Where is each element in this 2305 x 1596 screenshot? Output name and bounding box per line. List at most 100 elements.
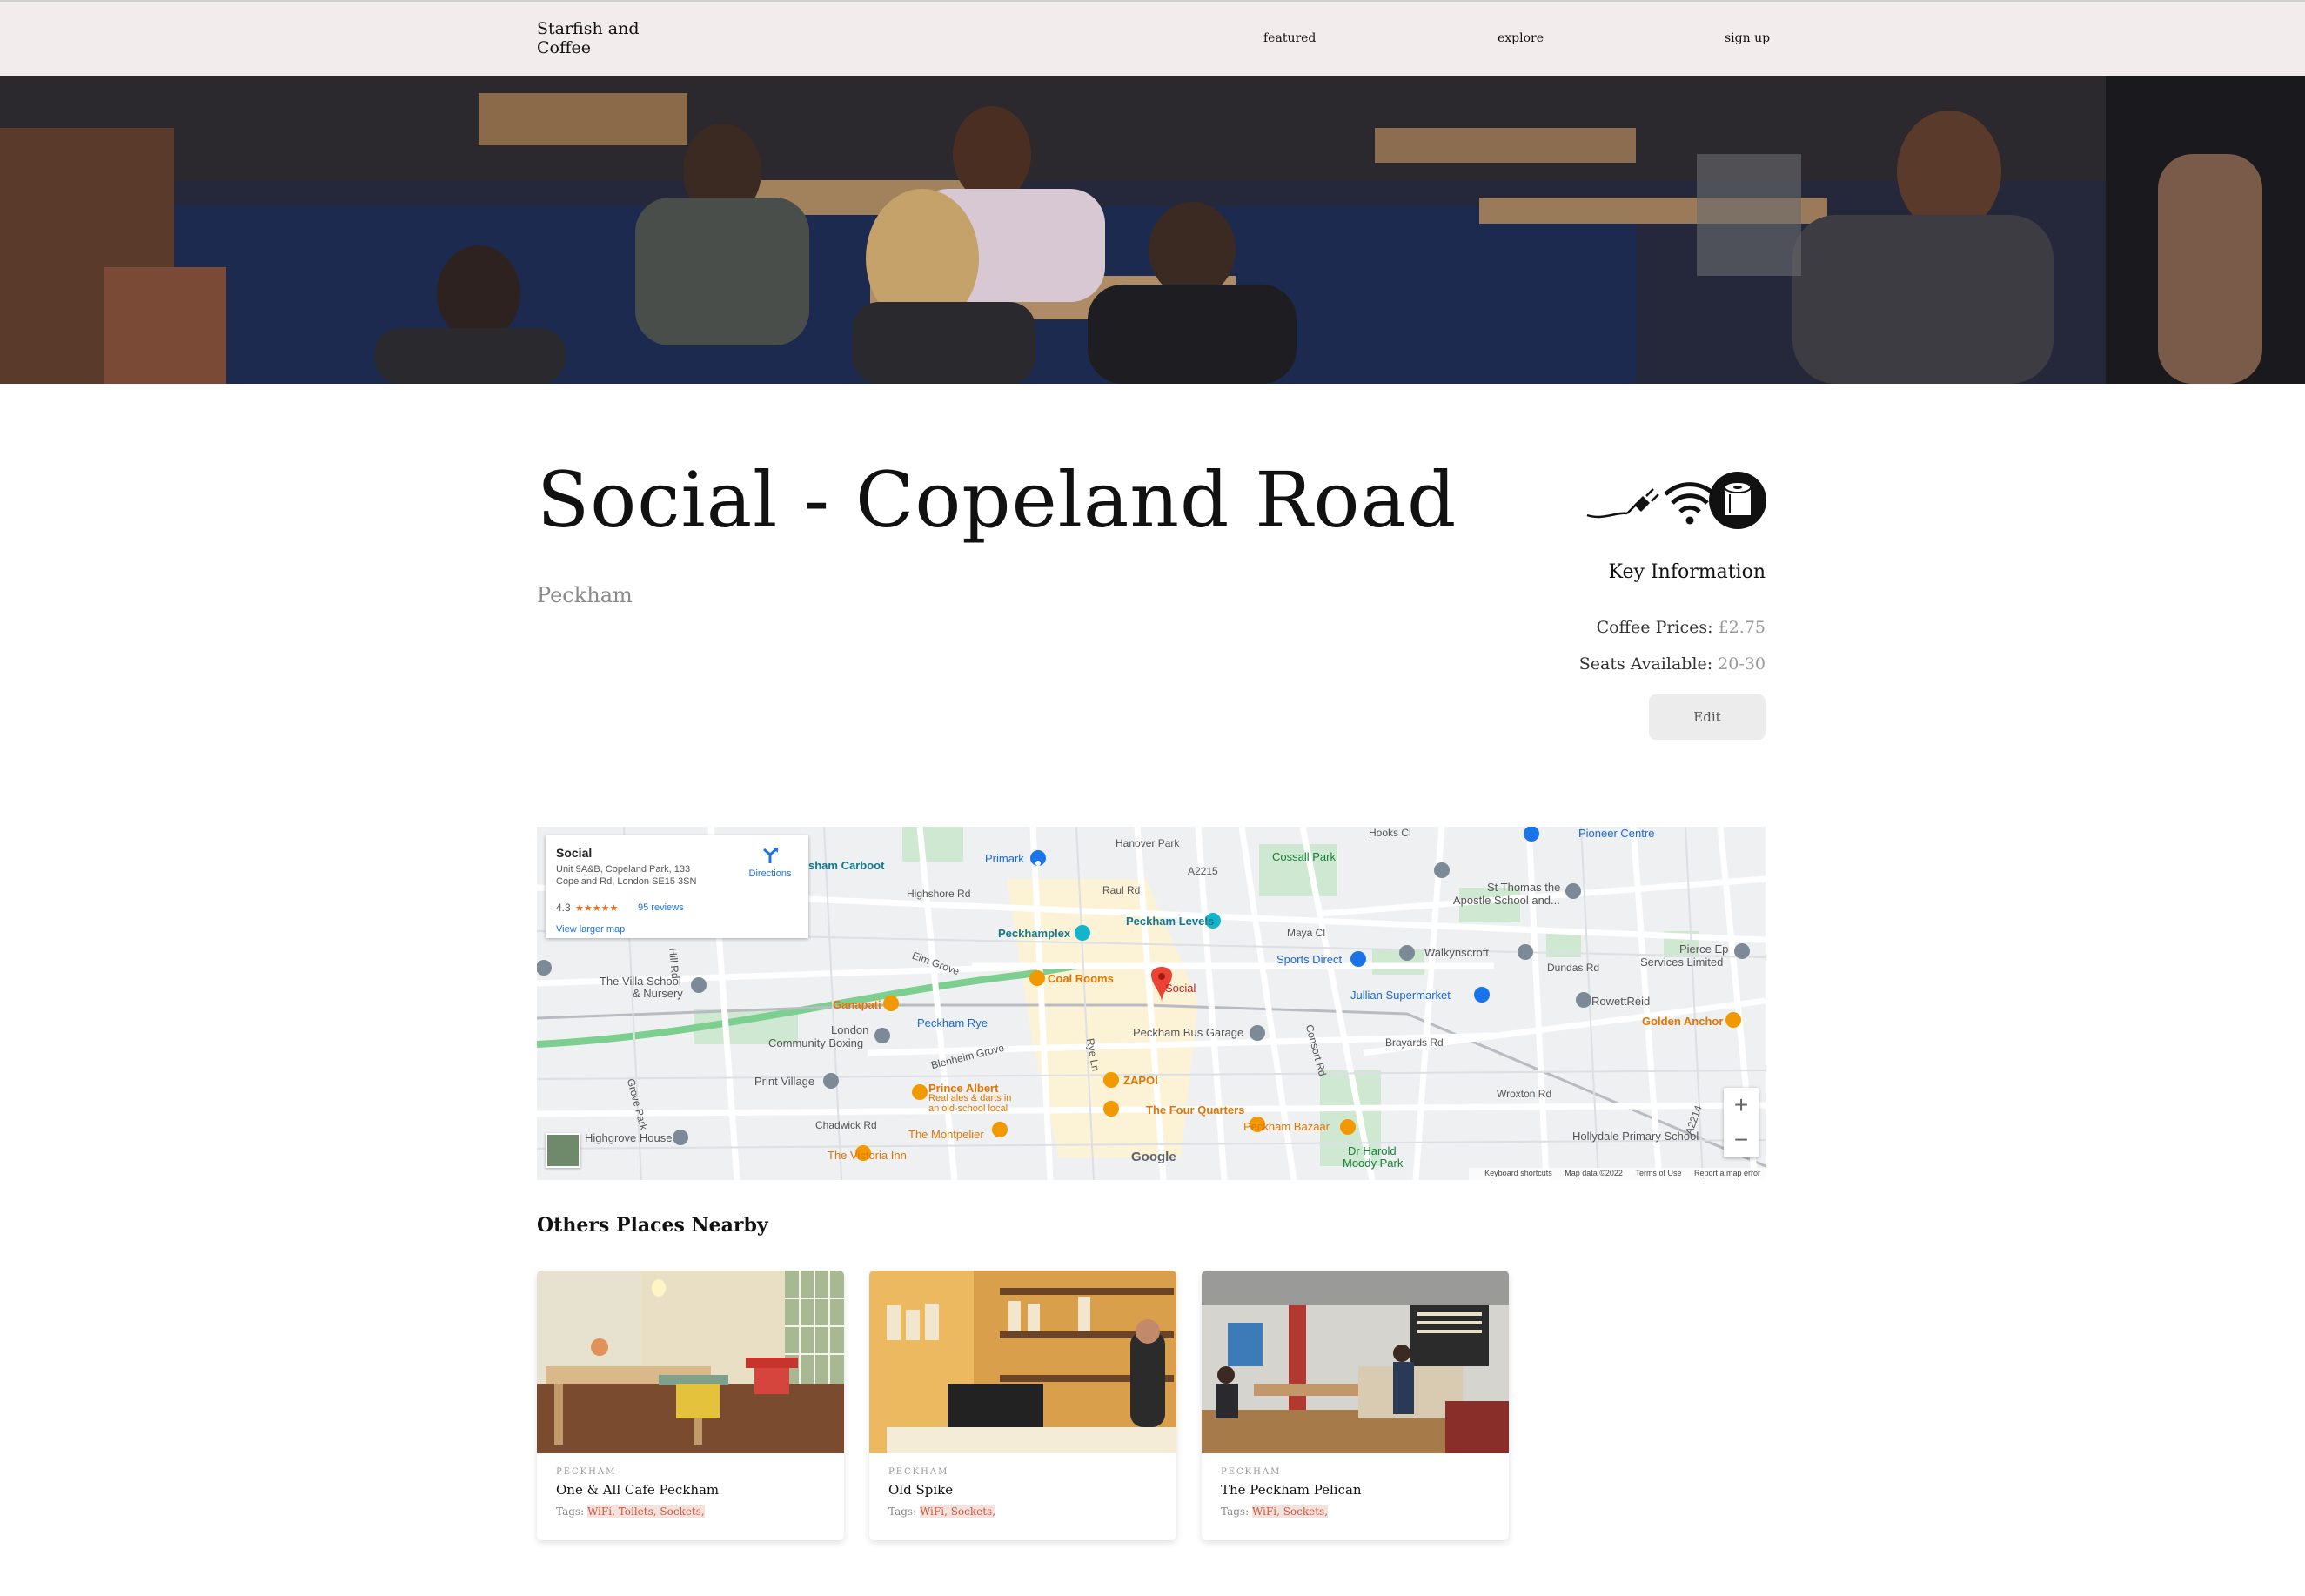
map-info-card: Social Unit 9A&B, Copeland Park, 133 Cop… xyxy=(546,835,808,938)
map-label-sports-direct[interactable]: Sports Direct xyxy=(1276,953,1342,966)
map-label-a2215: A2215 xyxy=(1188,865,1218,877)
card-area: PECKHAM xyxy=(888,1467,949,1477)
toilet-roll-icon xyxy=(1709,472,1766,529)
top-navbar: Starfish and Coffee featured explore sig… xyxy=(0,0,2305,76)
map-label-print-village[interactable]: Print Village xyxy=(754,1075,814,1088)
nav-link-explore[interactable]: explore xyxy=(1498,31,1544,45)
map-label-golden-anchor[interactable]: Golden Anchor xyxy=(1642,1015,1723,1028)
map-label-prince-albert-2: Real ales & darts in xyxy=(928,1093,1012,1103)
map-label-highgrove[interactable]: Highgrove House xyxy=(585,1131,672,1144)
card-tags-values: WiFi, Sockets, xyxy=(919,1505,996,1518)
map-footer: Keyboard shortcuts Map data ©2022 Terms … xyxy=(1469,1168,1766,1180)
seats-available-label: Seats Available: xyxy=(1578,654,1713,674)
zoom-out-button[interactable]: − xyxy=(1724,1123,1759,1157)
key-information-heading: Key Information xyxy=(1608,561,1766,583)
cafe-photo xyxy=(869,1271,1176,1453)
map-label-zapoi[interactable]: ZAPOI xyxy=(1123,1074,1158,1087)
map-label-brayards: Brayards Rd xyxy=(1385,1036,1444,1049)
power-socket-icon xyxy=(1586,488,1659,519)
map-label-coal-rooms[interactable]: Coal Rooms xyxy=(1048,972,1114,985)
map-card-rating: 4.3 ★★★★★ xyxy=(556,902,618,914)
card-tags-values: WiFi, Toilets, Sockets, xyxy=(586,1505,705,1518)
nav-link-featured[interactable]: featured xyxy=(1263,31,1316,45)
seats-available-value: 20-30 xyxy=(1718,654,1766,674)
card-title[interactable]: Old Spike xyxy=(888,1482,953,1498)
brand-logo-text[interactable]: Starfish and Coffee xyxy=(537,19,659,57)
map-label-four-quarters[interactable]: The Four Quarters xyxy=(1146,1103,1244,1117)
google-logo: Google xyxy=(1131,1150,1176,1164)
hero-photo-illustration xyxy=(0,76,2305,384)
map-label-social[interactable]: Social xyxy=(1165,982,1196,995)
map-label-maya-cl: Maya Cl xyxy=(1287,927,1326,939)
map-label-st-thomas[interactable]: St Thomas the xyxy=(1487,881,1560,894)
nearby-card[interactable]: PECKHAM The Peckham Pelican Tags: WiFi, … xyxy=(1202,1271,1509,1540)
map-data-text: Map data ©2022 xyxy=(1565,1169,1623,1177)
place-area: Peckham xyxy=(537,583,633,607)
map-card-rating-value: 4.3 xyxy=(556,902,571,914)
star-rating-icon: ★★★★★ xyxy=(575,903,619,914)
map-label-wroxton: Wroxton Rd xyxy=(1497,1088,1552,1100)
nearby-card[interactable]: PECKHAM Old Spike Tags: WiFi, Sockets, xyxy=(869,1271,1176,1540)
map-label-dundas: Dundas Rd xyxy=(1547,962,1600,974)
directions-button[interactable]: Directions xyxy=(744,846,796,879)
directions-label: Directions xyxy=(748,868,792,879)
zoom-in-button[interactable]: + xyxy=(1724,1088,1759,1123)
map-label-rowettreid[interactable]: RowettReid xyxy=(1591,995,1650,1008)
map-label-victoria-inn[interactable]: The Victoria Inn xyxy=(828,1149,907,1162)
map-label-hill-rd: Hill Rd xyxy=(667,947,682,980)
map-card-address: Unit 9A&B, Copeland Park, 133 Copeland R… xyxy=(556,864,697,887)
map-label-st-thomas-2[interactable]: Apostle School and... xyxy=(1453,894,1560,907)
map-label-pierce-2[interactable]: Services Limited xyxy=(1640,956,1723,969)
nearby-section-title: Others Places Nearby xyxy=(537,1214,768,1237)
map-label-bus-garage[interactable]: Peckham Bus Garage xyxy=(1133,1026,1243,1039)
map-label-highshore: Highshore Rd xyxy=(907,888,971,900)
hero-cafe-photo xyxy=(0,76,2305,384)
card-tags-label: Tags: xyxy=(888,1505,917,1518)
map-label-primark[interactable]: Primark xyxy=(985,852,1024,865)
report-map-error-link[interactable]: Report a map error xyxy=(1694,1169,1760,1177)
nav-link-sign-up[interactable]: sign up xyxy=(1725,31,1770,45)
card-tags: Tags: WiFi, Sockets, xyxy=(888,1505,996,1518)
coffee-price-value: £2.75 xyxy=(1718,618,1766,637)
map-label-london-boxing-2[interactable]: Community Boxing xyxy=(768,1036,863,1049)
map-label-ganapati[interactable]: Ganapati xyxy=(833,998,881,1011)
map-satellite-thumbnail[interactable] xyxy=(546,1133,580,1168)
edit-button[interactable]: Edit xyxy=(1649,694,1766,740)
nearby-card[interactable]: PECKHAM One & All Cafe Peckham Tags: WiF… xyxy=(537,1271,844,1540)
map-label-harold-moody[interactable]: Dr Harold xyxy=(1348,1144,1397,1157)
coffee-price-row: Coffee Prices: £2.75 xyxy=(1597,618,1766,637)
view-larger-map-link[interactable]: View larger map xyxy=(556,924,625,935)
cafe-photo xyxy=(537,1271,844,1453)
map-label-hollydale[interactable]: Hollydale Primary School xyxy=(1572,1130,1699,1143)
map-label-villa-school-2[interactable]: & Nursery xyxy=(633,987,683,1000)
map-label-jullian[interactable]: Jullian Supermarket xyxy=(1350,989,1451,1002)
map-zoom-controls: + − xyxy=(1724,1088,1759,1157)
map-label-cossall-park[interactable]: Cossall Park xyxy=(1272,850,1336,863)
card-tags: Tags: WiFi, Sockets, xyxy=(1221,1505,1329,1518)
map-label-pioneer-centre[interactable]: Pioneer Centre xyxy=(1578,827,1654,840)
map-label-hanover: Hanover Park xyxy=(1116,837,1180,849)
map-label-carboot[interactable]: sham Carboot xyxy=(808,859,884,872)
map-label-peckham-levels[interactable]: Peckham Levels xyxy=(1126,915,1214,928)
map-card-reviews-link[interactable]: 95 reviews xyxy=(638,902,684,913)
card-title[interactable]: One & All Cafe Peckham xyxy=(556,1482,719,1498)
map-label-peckhamplex[interactable]: Peckhamplex xyxy=(998,927,1070,940)
place-title: Social - Copeland Road xyxy=(537,455,1457,545)
terms-of-use-link[interactable]: Terms of Use xyxy=(1635,1169,1681,1177)
card-tags: Tags: WiFi, Toilets, Sockets, xyxy=(556,1505,705,1518)
map-label-harold-moody-2[interactable]: Moody Park xyxy=(1343,1157,1403,1170)
map-label-montpelier[interactable]: The Montpelier xyxy=(908,1128,984,1141)
card-title[interactable]: The Peckham Pelican xyxy=(1221,1482,1362,1498)
map-label-london-boxing[interactable]: London xyxy=(831,1023,868,1036)
card-tags-label: Tags: xyxy=(556,1505,585,1518)
embedded-map[interactable]: Social Unit 9A&B, Copeland Park, 133 Cop… xyxy=(537,827,1766,1180)
card-area: PECKHAM xyxy=(1221,1467,1282,1477)
keyboard-shortcuts-link[interactable]: Keyboard shortcuts xyxy=(1484,1169,1552,1177)
map-label-peckham-rye[interactable]: Peckham Rye xyxy=(917,1016,988,1029)
card-area: PECKHAM xyxy=(556,1467,617,1477)
coffee-price-label: Coffee Prices: xyxy=(1596,618,1713,637)
map-label-peckham-bazaar[interactable]: Peckham Bazaar xyxy=(1243,1120,1330,1133)
map-label-chadwick: Chadwick Rd xyxy=(815,1119,877,1131)
map-label-pierce[interactable]: Pierce Ep xyxy=(1679,942,1728,956)
map-label-walkynscroft[interactable]: Walkynscroft xyxy=(1424,946,1489,959)
